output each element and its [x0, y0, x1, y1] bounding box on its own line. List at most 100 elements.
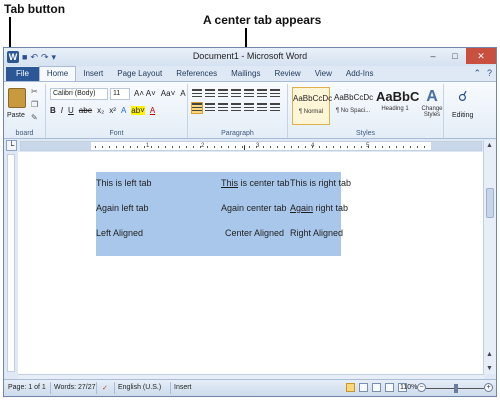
subscript-button[interactable]: x₂	[97, 106, 104, 115]
tab-page-layout[interactable]: Page Layout	[110, 67, 169, 81]
style-heading-1[interactable]: AaBbC Heading 1	[376, 87, 419, 125]
style-normal[interactable]: AaBbCcDc ¶ Normal	[292, 87, 332, 125]
font-name-select[interactable]: Calibri (Body)	[50, 88, 108, 100]
tab-selector-button[interactable]: └	[6, 140, 17, 151]
ruler-left-margin	[21, 142, 91, 150]
paste-icon[interactable]	[8, 88, 26, 108]
numbering-icon[interactable]	[205, 89, 215, 99]
close-button[interactable]: ✕	[466, 48, 496, 64]
underline-button[interactable]: U	[68, 106, 74, 115]
zoom-out-icon[interactable]: −	[417, 383, 426, 392]
sort-icon[interactable]	[257, 89, 267, 99]
ruler-tick	[130, 146, 131, 148]
document-page[interactable]: This is left tab This is center tab This…	[18, 152, 484, 374]
change-case-button[interactable]: Aa˅	[161, 89, 175, 98]
styles-group-label: Styles	[355, 130, 376, 137]
zoom-in-icon[interactable]: +	[484, 383, 493, 392]
minimize-ribbon-icon[interactable]: ⌃	[473, 68, 481, 79]
status-insert-mode[interactable]: Insert	[174, 384, 192, 391]
increase-indent-icon[interactable]	[244, 89, 254, 99]
ruler-tick	[263, 146, 264, 148]
borders-icon[interactable]	[270, 103, 280, 113]
vertical-scrollbar[interactable]: ▲ ▲ ▼	[483, 140, 496, 374]
outline-view-icon[interactable]	[385, 383, 394, 392]
paste-button[interactable]: Paste	[7, 112, 25, 119]
vertical-ruler-track	[7, 154, 15, 372]
tab-add-ins[interactable]: Add-Ins	[339, 67, 381, 81]
status-language[interactable]: English (U.S.)	[118, 384, 161, 391]
change-styles-icon: A	[426, 88, 438, 105]
ruler-tick	[270, 146, 271, 148]
line-spacing-icon[interactable]	[244, 103, 254, 113]
ruler-tick	[417, 146, 418, 148]
tab-mailings[interactable]: Mailings	[224, 67, 267, 81]
styles-group: AaBbCcDc ¶ Normal AaBbCcDc ¶ No Spaci...…	[288, 84, 444, 138]
scroll-up-icon[interactable]: ▲	[486, 142, 493, 149]
proofing-icon[interactable]: ✓	[102, 384, 108, 392]
paragraph-row-1	[192, 89, 280, 99]
shading-icon[interactable]	[257, 103, 267, 113]
maximize-button[interactable]: □	[444, 48, 466, 64]
tab-view[interactable]: View	[308, 67, 339, 81]
help-icon[interactable]: ?	[487, 68, 492, 79]
tab-insert[interactable]: Insert	[76, 67, 110, 81]
full-screen-view-icon[interactable]	[359, 383, 368, 392]
change-styles-label: Change Styles	[421, 106, 443, 118]
window-controls: – □ ✕	[422, 48, 496, 64]
horizontal-ruler[interactable]: 1 2 3 4 5 ⊥	[20, 141, 482, 151]
status-words[interactable]: Words: 27/27	[54, 384, 96, 391]
clear-formatting-button[interactable]: A	[180, 89, 185, 98]
show-marks-icon[interactable]	[270, 89, 280, 99]
editing-button[interactable]: Editing	[452, 112, 473, 119]
text-effects-button[interactable]: A	[121, 106, 126, 115]
style-no-spacing[interactable]: AaBbCcDc ¶ No Spaci...	[334, 87, 373, 125]
align-left-icon[interactable]	[191, 102, 203, 114]
tab-review[interactable]: Review	[267, 67, 307, 81]
style-normal-name: ¶ Normal	[298, 109, 324, 115]
center-tab-stop-marker[interactable]: ⊥	[241, 145, 248, 151]
status-bar: Page: 1 of 1 Words: 27/27 ✓ English (U.S…	[4, 379, 496, 396]
cut-icon[interactable]: ✂	[31, 87, 38, 96]
superscript-button[interactable]: x²	[109, 106, 116, 115]
decrease-indent-icon[interactable]	[231, 89, 241, 99]
scroll-thumb[interactable]	[486, 188, 494, 218]
tab-file[interactable]: File	[6, 67, 39, 81]
ruler-tick	[305, 146, 306, 148]
font-size-select[interactable]: 11	[110, 88, 130, 100]
status-separator	[114, 382, 115, 394]
ruler-tick	[347, 146, 348, 148]
ribbon-tabs: File Home Insert Page Layout References …	[4, 66, 496, 81]
change-styles-button[interactable]: A Change Styles	[420, 88, 444, 118]
italic-button[interactable]: I	[61, 106, 63, 115]
ruler-tick	[382, 146, 383, 148]
ruler-tick	[354, 146, 355, 148]
ruler-tick	[228, 146, 229, 148]
justify-icon[interactable]	[231, 103, 241, 113]
format-painter-icon[interactable]: ✎	[31, 113, 38, 122]
bold-button[interactable]: B	[50, 106, 56, 115]
next-page-icon[interactable]: ▼	[486, 365, 493, 372]
print-layout-view-icon[interactable]	[346, 383, 355, 392]
tab-home[interactable]: Home	[38, 66, 77, 81]
bullets-icon[interactable]	[192, 89, 202, 99]
prev-page-icon[interactable]: ▲	[486, 351, 493, 358]
align-center-icon[interactable]	[205, 103, 215, 113]
align-right-icon[interactable]	[218, 103, 228, 113]
highlight-button[interactable]: ab˅	[131, 106, 145, 115]
zoom-level[interactable]: 110%	[400, 384, 417, 391]
status-page[interactable]: Page: 1 of 1	[8, 384, 46, 391]
binoculars-icon[interactable]: ☌	[458, 88, 467, 105]
title-bar: W ■ ↶ ↷ ▾ Document1 - Microsoft Word – □…	[4, 48, 496, 66]
minimize-button[interactable]: –	[422, 48, 444, 64]
ruler-tick	[144, 146, 145, 148]
web-layout-view-icon[interactable]	[372, 383, 381, 392]
grow-shrink-font-button[interactable]: A˄ A˅	[134, 89, 156, 98]
style-no-spacing-name: ¶ No Spaci...	[335, 108, 371, 114]
zoom-slider-knob[interactable]	[454, 384, 458, 393]
font-color-button[interactable]: A	[150, 106, 155, 115]
ruler-row: └ 1 2 3 4 5 ⊥	[4, 140, 496, 152]
tab-references[interactable]: References	[169, 67, 224, 81]
copy-icon[interactable]: ❐	[31, 100, 38, 109]
strikethrough-button[interactable]: abe	[79, 106, 92, 115]
multilevel-list-icon[interactable]	[218, 89, 228, 99]
